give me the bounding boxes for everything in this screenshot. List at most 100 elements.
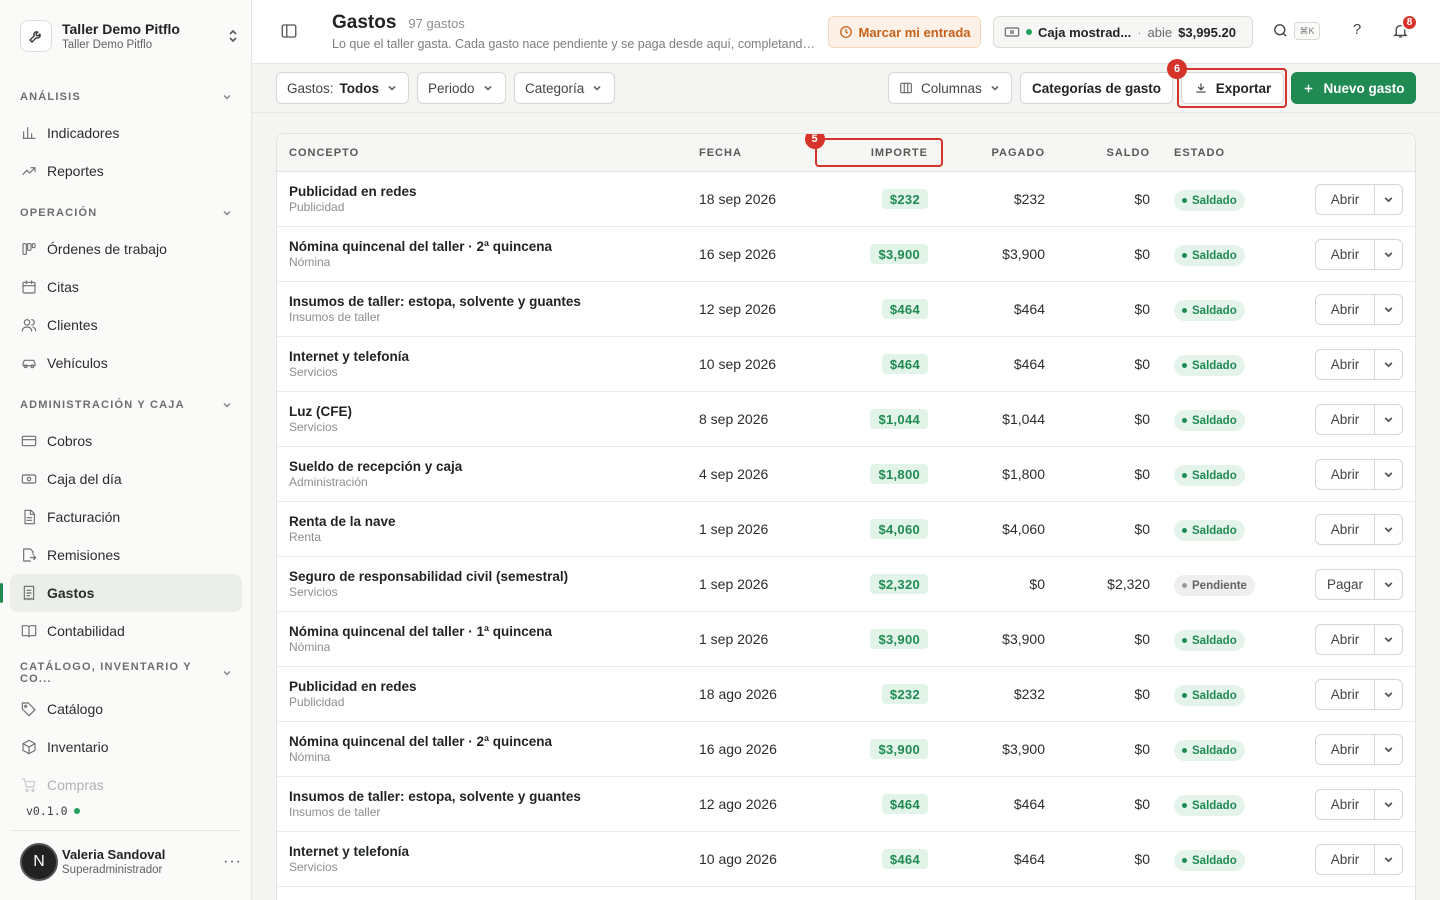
sidebar-item-facturacion[interactable]: Facturación [10,498,242,536]
chevron-down-icon[interactable] [1375,240,1402,269]
balance-cell: $0 [1134,191,1150,207]
user-name: Valeria Sandoval [62,847,166,862]
expense-category: Servicios [289,585,338,599]
column-date[interactable]: FECHA [699,147,742,159]
row-action-button[interactable]: Abrir [1316,625,1375,654]
chevron-down-icon[interactable] [1375,185,1402,214]
chevron-down-icon[interactable] [1375,790,1402,819]
table-row[interactable]: Insumos de taller: estopa, solvente y gu… [277,777,1415,832]
user-menu[interactable]: N Valeria Sandoval Superadministrador ··… [20,842,242,882]
table-row[interactable]: Sueldo de recepción y caja Administració… [277,447,1415,502]
app-version: v0.1.0 [26,804,80,818]
sidebar-toggle-icon[interactable] [280,22,300,42]
sidebar-item-cobros[interactable]: Cobros [10,422,242,460]
table-row[interactable]: Nómina quincenal del taller · 2ª quincen… [277,722,1415,777]
chevron-down-icon[interactable] [1375,515,1402,544]
row-action-button[interactable]: Abrir [1316,845,1375,874]
status-label: Saldado [1192,414,1237,427]
column-status[interactable]: ESTADO [1174,147,1225,159]
row-action-button[interactable]: Abrir [1316,295,1375,324]
row-action-button[interactable]: Abrir [1316,790,1375,819]
sidebar-item-gastos[interactable]: Gastos [0,574,242,612]
sidebar-item-citas[interactable]: Citas [10,268,242,306]
chevron-down-icon[interactable] [1375,350,1402,379]
row-action-button[interactable]: Abrir [1316,460,1375,489]
row-action-button[interactable]: Abrir [1316,240,1375,269]
chevron-down-icon[interactable] [1375,460,1402,489]
row-action-button[interactable]: Abrir [1316,680,1375,709]
sidebar-item-catalogo[interactable]: Catálogo [10,690,242,728]
category-filter[interactable]: Categoría [514,72,615,104]
sidebar-item-remisiones[interactable]: Remisiones [10,536,242,574]
sidebar-section-header[interactable]: CATÁLOGO, INVENTARIO Y CO... [10,656,242,690]
paid-cell: $464 [1013,851,1045,867]
status-dot-icon [1182,803,1187,808]
column-concept[interactable]: CONCEPTO [289,147,359,159]
period-filter[interactable]: Periodo [417,72,506,104]
sidebar-item-vehiculos[interactable]: Vehículos [10,344,242,382]
sidebar-item-inventario[interactable]: Inventario [10,728,242,766]
chevron-down-icon[interactable] [1375,735,1402,764]
separator: · [1137,24,1142,40]
status-label: Saldado [1192,469,1237,482]
chevron-down-icon[interactable] [1375,570,1402,599]
table-row[interactable]: Publicidad en redes Publicidad 18 ago 20… [277,667,1415,722]
chevron-down-icon[interactable] [1375,295,1402,324]
table-row[interactable]: Insumos de taller: estopa, solvente y gu… [277,282,1415,337]
row-action-button[interactable]: Abrir [1316,515,1375,544]
row-actions: Abrir [1315,239,1403,270]
chevron-down-icon[interactable] [1375,680,1402,709]
check-in-button[interactable]: Marcar mi entrada [828,16,981,48]
search-icon[interactable] [1272,22,1290,40]
org-switcher[interactable]: Taller Demo Pitflo Taller Demo Pitflo [20,18,242,54]
row-action-button[interactable]: Pagar [1316,570,1375,599]
paid-cell: $4,060 [1002,521,1045,537]
table-row[interactable]: Seguro de responsabilidad civil (semestr… [277,557,1415,612]
amount-cell: $2,320 [870,574,928,594]
table-row[interactable]: Internet y telefonía Servicios 10 sep 20… [277,337,1415,392]
chevron-down-icon [483,83,493,93]
sidebar-item-compras[interactable]: Compras [10,766,242,804]
table-row[interactable]: Publicidad en redes Publicidad 18 sep 20… [277,172,1415,227]
chevron-down-icon[interactable] [1375,845,1402,874]
sidebar-item-caja-del-dia[interactable]: Caja del día [10,460,242,498]
help-icon[interactable]: ? [1348,21,1366,41]
table-row[interactable]: Internet y telefonía Servicios 10 ago 20… [277,832,1415,887]
row-action-button[interactable]: Abrir [1316,405,1375,434]
expense-category: Nómina [289,750,331,764]
sidebar-item-contabilidad[interactable]: Contabilidad [10,612,242,650]
more-icon[interactable]: ··· [223,853,242,871]
table-row[interactable]: Renta de la nave Renta 1 sep 2026 $4,060… [277,502,1415,557]
status-label: Saldado [1192,359,1237,372]
row-actions: Abrir [1315,734,1403,765]
expense-title: Nómina quincenal del taller · 2ª quincen… [289,734,553,749]
date-cell: 1 sep 2026 [699,631,769,647]
table-row[interactable]: Nómina quincenal del taller · 1ª quincen… [277,612,1415,667]
columns-button[interactable]: Columnas [888,72,1012,104]
expense-categories-button[interactable]: Categorías de gasto [1020,72,1173,104]
table-row[interactable]: Nómina quincenal del taller · 2ª quincen… [277,227,1415,282]
chevron-down-icon[interactable] [1375,625,1402,654]
book-icon [20,622,38,640]
chevron-down-icon[interactable] [1375,405,1402,434]
sidebar-item-label: Clientes [47,317,98,333]
sidebar-item-clientes[interactable]: Clientes [10,306,242,344]
row-action-button[interactable]: Abrir [1316,185,1375,214]
status-filter[interactable]: Gastos: Todos [276,72,409,104]
cash-register-selector[interactable]: Caja mostrad... · abie $3,995.20 [993,16,1253,48]
sidebar-section-header[interactable]: OPERACIÓN [10,196,242,230]
sidebar-item-ordenes-de-trabajo[interactable]: Órdenes de trabajo [10,230,242,268]
page-description: Lo que el taller gasta. Cada gasto nace … [332,37,817,51]
row-action-button[interactable]: Abrir [1316,735,1375,764]
row-action-button[interactable]: Abrir [1316,350,1375,379]
new-expense-button[interactable]: Nuevo gasto [1291,72,1416,104]
users-icon [20,316,38,334]
sidebar-section-header[interactable]: ANÁLISIS [10,80,242,114]
column-paid[interactable]: PAGADO [992,147,1045,159]
column-balance[interactable]: SALDO [1107,147,1151,159]
table-row[interactable]: Luz (CFE) Servicios 8 sep 2026 $1,044 $1… [277,392,1415,447]
sidebar-item-indicadores[interactable]: Indicadores [10,114,242,152]
sidebar-item-reportes[interactable]: Reportes [10,152,242,190]
sidebar-section-header[interactable]: ADMINISTRACIÓN Y CAJA [10,388,242,422]
card-icon [20,432,38,450]
